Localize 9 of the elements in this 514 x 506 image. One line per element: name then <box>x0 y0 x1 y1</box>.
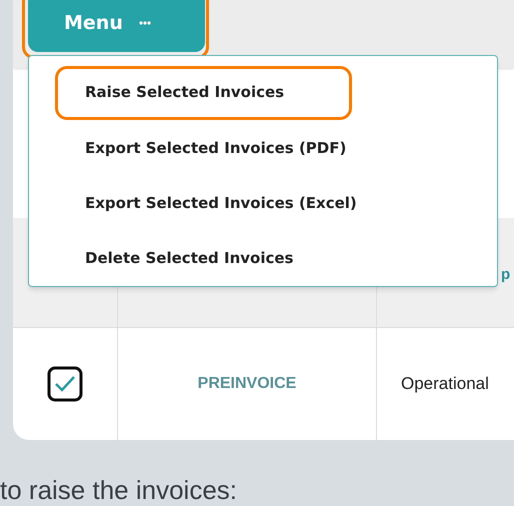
table-cell-text: PREINVOICE <box>198 374 296 394</box>
menu-item[interactable]: Export Selected Invoices (PDF) <box>55 120 346 175</box>
menu-item[interactable]: Export Selected Invoices (Excel) <box>55 176 357 230</box>
menu-item[interactable]: Raise Selected Invoices <box>55 66 352 120</box>
ellipsis-icon <box>138 21 151 25</box>
menu-item[interactable]: Delete Selected Invoices <box>55 231 294 286</box>
checkbox[interactable] <box>47 366 83 402</box>
table-cell-text: Operational <box>401 373 489 396</box>
caption-text: to raise the invoices: <box>0 475 238 505</box>
